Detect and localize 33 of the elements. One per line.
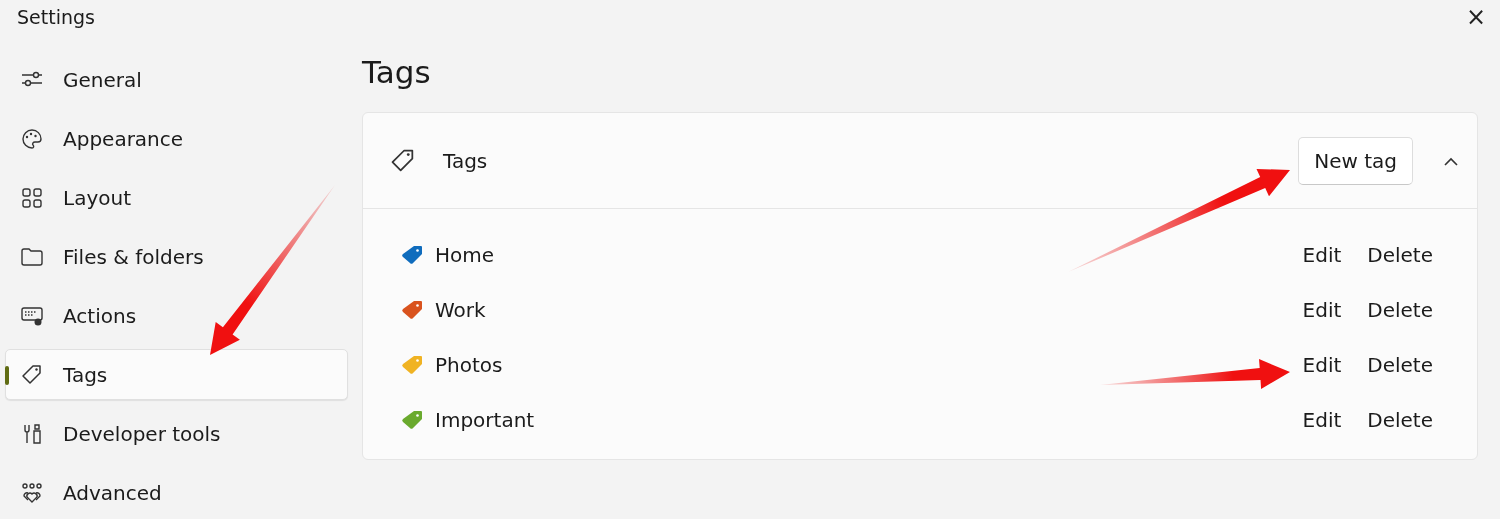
sidebar-item[interactable]: Tags (5, 349, 348, 400)
delete-link[interactable]: Delete (1367, 242, 1433, 267)
edit-link[interactable]: Edit (1302, 297, 1342, 322)
hearts-icon (20, 481, 44, 504)
sidebar-item[interactable]: Files & folders (5, 231, 348, 282)
sidebar-item[interactable]: Appearance (5, 113, 348, 164)
sidebar-item[interactable]: Layout (5, 172, 348, 223)
delete-link[interactable]: Delete (1367, 407, 1433, 432)
delete-link[interactable]: Delete (1367, 297, 1433, 322)
new-tag-button[interactable]: New tag (1298, 136, 1413, 185)
selection-indicator (5, 366, 9, 385)
chevron-up-icon[interactable] (1443, 155, 1459, 166)
page-title: Tags (362, 54, 432, 90)
tag-icon (20, 363, 44, 386)
edit-link[interactable]: Edit (1302, 242, 1342, 267)
edit-link[interactable]: Edit (1302, 407, 1342, 432)
sidebar-item[interactable]: Actions (5, 290, 348, 341)
sidebar-item[interactable]: Advanced (5, 467, 348, 518)
close-button[interactable]: × (1465, 3, 1486, 31)
keyboard-gear-icon (20, 304, 44, 327)
tag-name: Photos (435, 352, 503, 377)
sidebar-item[interactable]: General (5, 54, 348, 105)
grid-icon (20, 186, 44, 209)
section-title: Tags (443, 148, 489, 173)
palette-icon (20, 127, 44, 150)
tag-name: Home (435, 242, 495, 267)
edit-link[interactable]: Edit (1302, 352, 1342, 377)
delete-link[interactable]: Delete (1367, 352, 1433, 377)
sidebar-item[interactable]: Developer tools (5, 408, 348, 459)
tag-name: Work (435, 297, 486, 322)
window-title: Settings (17, 6, 95, 28)
tag-name: Important (435, 407, 535, 432)
folder-icon (20, 245, 44, 268)
